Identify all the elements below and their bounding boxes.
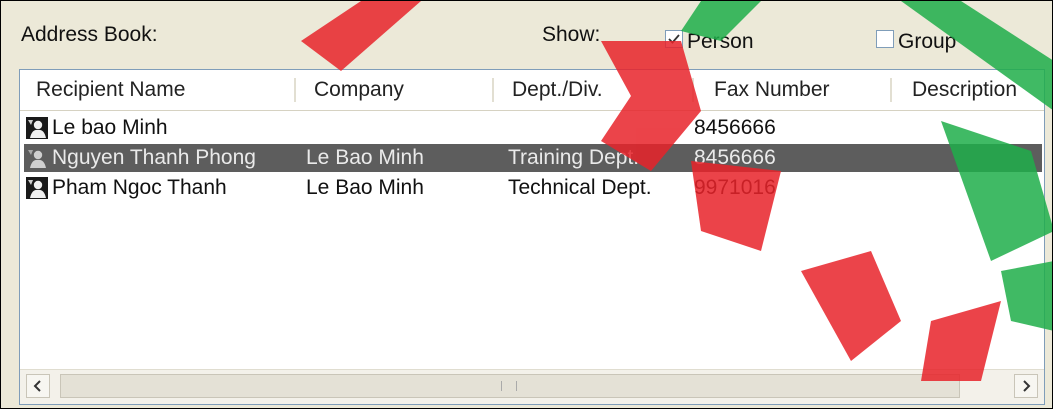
fax-number-cell: 9971016 [694, 176, 776, 199]
list-header: Recipient Name Company Dept./Div. Fax Nu… [20, 70, 1044, 111]
column-divider[interactable] [492, 78, 495, 102]
scroll-left-button[interactable] [26, 374, 50, 398]
recipient-name-cell: Le bao Minh [52, 116, 168, 139]
fax-number-cell: 8456666 [694, 146, 776, 169]
recipient-name-cell: Nguyen Thanh Phong [52, 146, 256, 169]
company-cell: Le Bao Minh [306, 146, 424, 169]
show-label: Show: [542, 23, 601, 46]
column-divider[interactable] [890, 78, 893, 102]
table-row[interactable]: Le bao Minh 8456666 [24, 114, 1042, 142]
address-book-label: Address Book: [21, 23, 158, 46]
horizontal-scrollbar[interactable] [20, 369, 1044, 404]
address-book-panel: Address Book: Show: Person Group Recipie… [0, 0, 1053, 409]
scrollbar-thumb[interactable] [60, 374, 960, 398]
column-header-company[interactable]: Company [314, 70, 404, 110]
scroll-right-button[interactable] [1014, 374, 1038, 398]
column-header-dept[interactable]: Dept./Div. [512, 70, 603, 110]
person-icon [26, 147, 48, 169]
chevron-left-icon [33, 380, 41, 392]
column-divider[interactable] [692, 78, 695, 102]
checkmark-icon [668, 34, 680, 44]
column-header-description[interactable]: Description [912, 70, 1017, 110]
group-checkbox-label[interactable]: Group [898, 30, 956, 54]
dept-cell: Training Dept. [508, 146, 640, 169]
chevron-right-icon [1023, 380, 1031, 392]
column-divider[interactable] [294, 78, 297, 102]
group-checkbox[interactable] [876, 30, 894, 48]
column-header-recipient-name[interactable]: Recipient Name [36, 70, 185, 110]
column-header-fax-number[interactable]: Fax Number [714, 70, 830, 110]
person-icon [26, 177, 48, 199]
grip-icon [501, 381, 517, 391]
person-checkbox[interactable] [665, 30, 683, 48]
person-icon [26, 117, 48, 139]
recipient-list[interactable]: Recipient Name Company Dept./Div. Fax Nu… [19, 69, 1045, 405]
company-cell: Le Bao Minh [306, 176, 424, 199]
table-row[interactable]: Pham Ngoc Thanh Le Bao Minh Technical De… [24, 174, 1042, 202]
table-row[interactable]: Nguyen Thanh Phong Le Bao Minh Training … [24, 144, 1042, 172]
person-checkbox-label[interactable]: Person [687, 30, 754, 54]
dept-cell: Technical Dept. [508, 176, 652, 199]
recipient-name-cell: Pham Ngoc Thanh [52, 176, 227, 199]
fax-number-cell: 8456666 [694, 116, 776, 139]
